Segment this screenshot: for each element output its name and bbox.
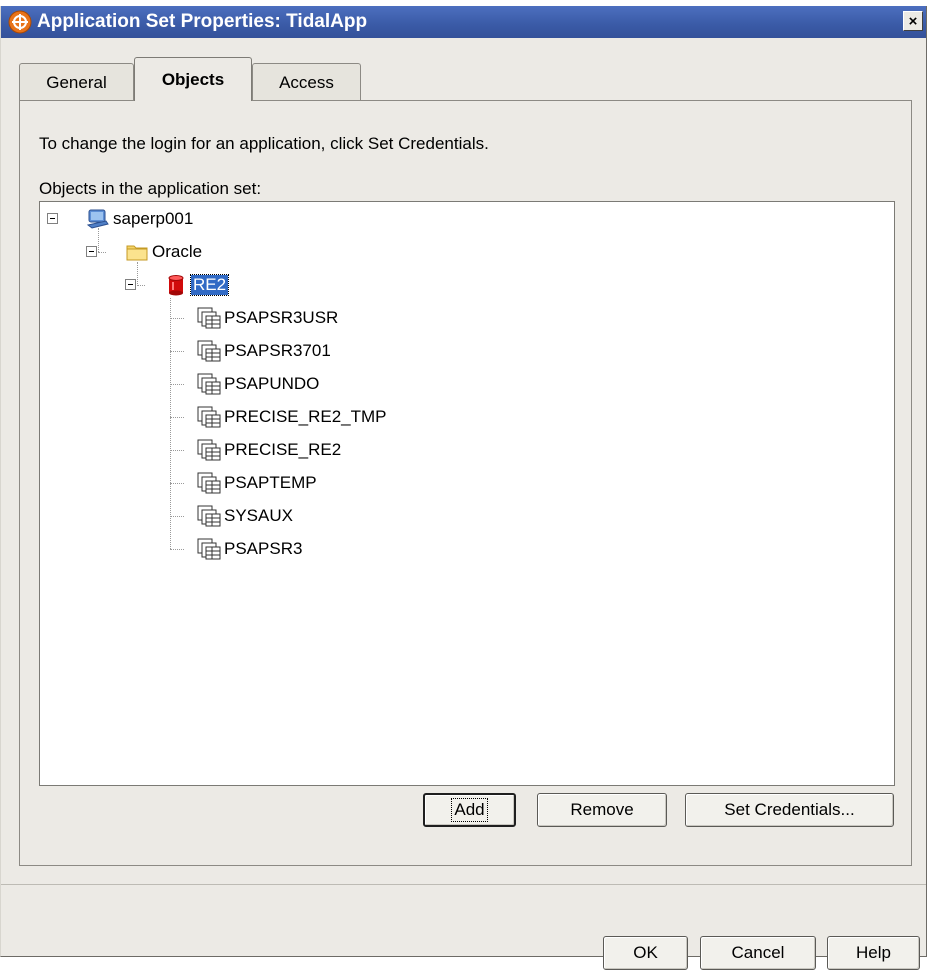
tree-node-server[interactable]: saperp001 <box>86 206 193 232</box>
tree-node-folder-label: Oracle <box>152 242 203 261</box>
title-bar[interactable]: Application Set Properties: TidalApp × <box>1 6 926 38</box>
tablespace-icon <box>197 340 221 362</box>
tree-item[interactable]: PSAPSR3 <box>197 536 302 562</box>
objects-list-label: Objects in the application set: <box>39 179 262 198</box>
tree-node-server-label: saperp001 <box>113 209 194 228</box>
set-credentials-button[interactable]: Set Credentials... <box>685 793 894 827</box>
folder-icon <box>126 245 148 261</box>
tablespace-icon <box>197 505 221 527</box>
server-computer-icon <box>86 209 109 229</box>
add-button-label: Add <box>451 798 488 822</box>
tab-access[interactable]: Access <box>252 63 361 101</box>
tree-item-label: PSAPTEMP <box>224 473 317 492</box>
tree-item[interactable]: PRECISE_RE2_TMP <box>197 404 387 430</box>
add-button[interactable]: Add <box>423 793 516 827</box>
tablespace-icon <box>197 307 221 329</box>
window-title: Application Set Properties: TidalApp <box>37 11 368 32</box>
application-set-icon <box>8 10 32 34</box>
tablespace-icon <box>197 538 221 560</box>
tablespace-icon <box>197 406 221 428</box>
tree-item[interactable]: SYSAUX <box>197 503 293 529</box>
tree-node-instance-label: RE2 <box>189 274 230 296</box>
objects-tree[interactable]: saperp001 Oracle RE2 PSAPSR3USR PSAPSR37… <box>39 201 895 786</box>
close-button[interactable]: × <box>903 11 923 31</box>
cancel-button[interactable]: Cancel <box>700 936 816 970</box>
tree-item-label: SYSAUX <box>224 506 293 525</box>
tree-item-label: PSAPSR3USR <box>224 308 339 327</box>
tree-item[interactable]: PSAPTEMP <box>197 470 317 496</box>
database-cylinder-icon <box>168 275 184 296</box>
application-set-properties-dialog: Application Set Properties: TidalApp × G… <box>0 6 927 970</box>
footer-separator <box>1 884 926 885</box>
remove-button[interactable]: Remove <box>537 793 667 827</box>
ok-button[interactable]: OK <box>603 936 688 970</box>
tree-item-label: PRECISE_RE2_TMP <box>224 407 387 426</box>
tree-item[interactable]: PSAPUNDO <box>197 371 319 397</box>
tab-objects[interactable]: Objects <box>134 57 252 101</box>
collapse-server-expander[interactable] <box>47 213 58 224</box>
collapse-folder-expander[interactable] <box>86 246 97 257</box>
tree-item[interactable]: PRECISE_RE2 <box>197 437 341 463</box>
tree-item-label: PSAPUNDO <box>224 374 320 393</box>
tree-item-label: PRECISE_RE2 <box>224 440 342 459</box>
tablespace-icon <box>197 439 221 461</box>
help-button[interactable]: Help <box>827 936 920 970</box>
tab-general[interactable]: General <box>19 63 134 101</box>
tablespace-icon <box>197 472 221 494</box>
tree-item[interactable]: PSAPSR3USR <box>197 305 338 331</box>
tablespace-icon <box>197 373 221 395</box>
tree-node-instance[interactable]: RE2 <box>164 272 230 298</box>
tree-node-folder[interactable]: Oracle <box>125 239 202 265</box>
tree-item-label: PSAPSR3701 <box>224 341 331 360</box>
tree-item-label: PSAPSR3 <box>224 539 303 558</box>
tree-item[interactable]: PSAPSR3701 <box>197 338 331 364</box>
collapse-instance-expander[interactable] <box>125 279 136 290</box>
instruction-text: To change the login for an application, … <box>39 134 489 153</box>
